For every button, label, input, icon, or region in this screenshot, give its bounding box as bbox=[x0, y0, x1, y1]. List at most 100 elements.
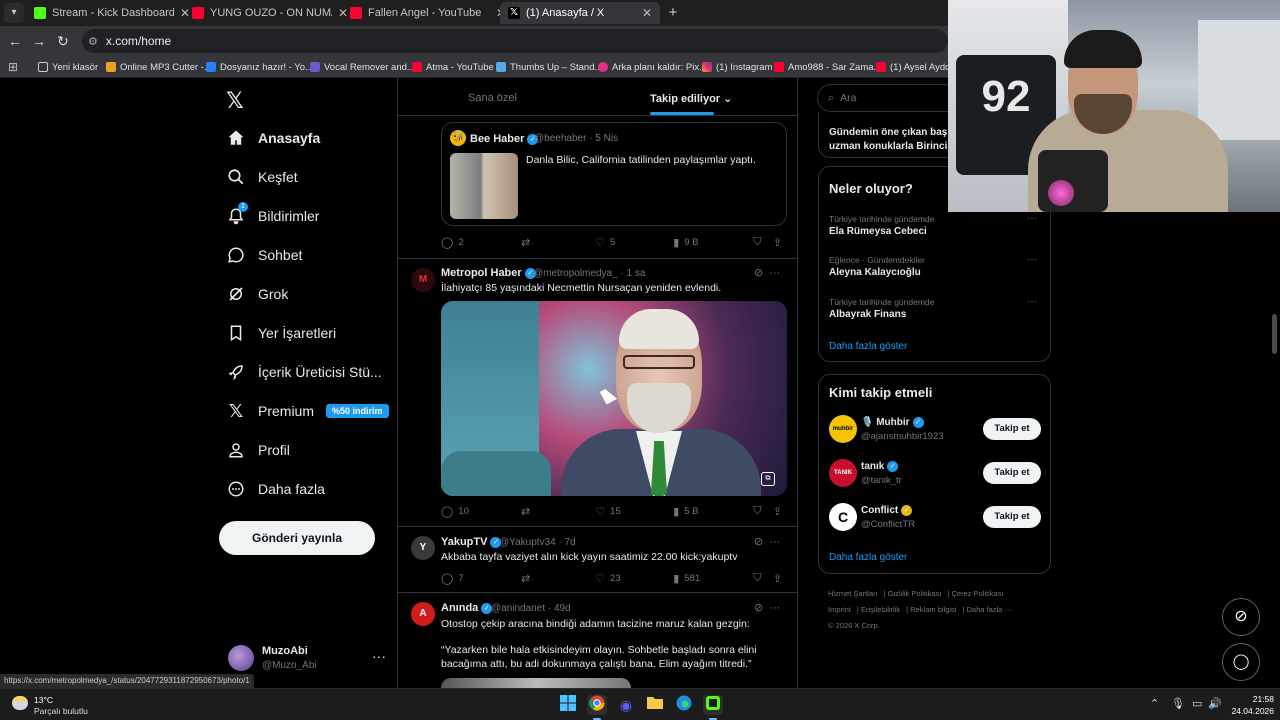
nav-profile[interactable]: Profil bbox=[226, 437, 290, 463]
tweet-menu[interactable]: ⊘ ··· bbox=[754, 266, 780, 279]
avatar[interactable]: C bbox=[829, 503, 857, 531]
repost-button[interactable]: ⇄ bbox=[521, 505, 595, 518]
like-button[interactable]: ♡ 23 bbox=[595, 572, 673, 585]
metropol-avatar[interactable]: M bbox=[411, 268, 435, 292]
clock-date[interactable]: 24.04.2026 bbox=[1222, 706, 1274, 716]
account-switcher[interactable]: MuzoAbi @Muzo_Abi ··· bbox=[226, 644, 386, 674]
trend-item[interactable]: Albayrak Finans bbox=[829, 309, 906, 320]
site-info-icon[interactable]: ⚙ bbox=[88, 35, 98, 48]
show-more-link[interactable]: Daha fazla göster bbox=[829, 552, 907, 563]
more-icon[interactable]: ··· bbox=[1027, 213, 1037, 224]
nav-creator-studio[interactable]: İçerik Üreticisi Stü... bbox=[226, 359, 382, 385]
grok-icon[interactable]: ⊘ bbox=[754, 267, 763, 279]
bookmark-item[interactable]: Yeni klasör bbox=[38, 59, 98, 75]
aninda-avatar[interactable]: A bbox=[411, 602, 435, 626]
microphone-icon[interactable]: 🎙 bbox=[1171, 697, 1185, 710]
bookmark-item[interactable]: Online MP3 Cutter -... bbox=[106, 59, 212, 75]
alt-media-icon[interactable]: ⧉ bbox=[761, 472, 775, 486]
avatar[interactable]: muhbir bbox=[829, 415, 857, 443]
follow-button[interactable]: Takip et bbox=[983, 418, 1041, 440]
forward-icon[interactable]: → bbox=[30, 32, 48, 50]
like-button[interactable]: ♡ 15 bbox=[595, 505, 673, 518]
bookmark-item[interactable]: Atma - YouTube bbox=[412, 59, 494, 75]
scrollbar[interactable] bbox=[1272, 314, 1277, 354]
footer-link[interactable]: Hizmet Şartları bbox=[828, 589, 878, 598]
show-more-link[interactable]: Daha fazla göster bbox=[829, 341, 907, 352]
more-icon[interactable]: ··· bbox=[769, 267, 780, 279]
bookmark-item[interactable]: Dosyanız hazır! - Yo... bbox=[206, 59, 313, 75]
nav-notifications[interactable]: 1 Bildirimler bbox=[226, 202, 319, 229]
nav-explore[interactable]: Keşfet bbox=[226, 164, 298, 190]
tweet-author[interactable]: Anında ✓ bbox=[441, 602, 493, 614]
tweet-menu[interactable]: ⊘ ··· bbox=[754, 535, 780, 548]
bookmark-button[interactable]: ⛉ bbox=[753, 572, 773, 585]
bookmark-item[interactable]: Thumbs Up – Stand... bbox=[496, 59, 602, 75]
browser-tab-active[interactable]: 𝕏 (1) Anasayfa / X ✕ bbox=[500, 2, 660, 24]
more-icon[interactable]: ··· bbox=[769, 536, 780, 548]
reply-button[interactable]: ◯ 7 bbox=[441, 572, 521, 585]
footer-link[interactable]: Çerez Politikası bbox=[951, 589, 1003, 598]
nav-grok[interactable]: Grok bbox=[226, 281, 288, 307]
edge-icon[interactable] bbox=[674, 695, 694, 715]
bookmark-item[interactable]: (1) Instagram bbox=[702, 59, 773, 75]
grok-icon[interactable]: ⊘ bbox=[754, 602, 763, 614]
follow-suggestion-name[interactable]: Conflict ✓ bbox=[861, 505, 913, 516]
browser-tab[interactable]: YUNG OUZO - ON NUMARA - Y ✕ bbox=[184, 2, 356, 24]
weather-icon[interactable] bbox=[12, 696, 28, 710]
nav-premium[interactable]: 𝕏 Premium %50 indirim bbox=[226, 398, 389, 424]
quoted-thumbnail[interactable] bbox=[450, 153, 518, 219]
avatar[interactable]: TANIK bbox=[829, 459, 857, 487]
repost-button[interactable]: ⇄ bbox=[521, 572, 595, 585]
like-button[interactable]: ♡ 5 bbox=[595, 236, 673, 249]
tweet-media[interactable] bbox=[441, 678, 631, 688]
bookmark-item[interactable]: Arka planı kaldır: Pix... bbox=[598, 59, 707, 75]
tweet-author[interactable]: YakupTV ✓ bbox=[441, 536, 502, 548]
tab-search-button[interactable]: ▾ bbox=[4, 3, 24, 23]
discord-icon[interactable]: ◉ bbox=[616, 695, 636, 715]
start-button[interactable] bbox=[558, 695, 578, 715]
bookmark-button[interactable]: ⛉ bbox=[753, 505, 773, 518]
bookmark-item[interactable]: Amo988 - Sar Zama... bbox=[774, 59, 881, 75]
follow-suggestion-name[interactable]: 🎙️ Muhbir ✓ bbox=[861, 417, 924, 428]
views-button[interactable]: ▮ 9 B bbox=[673, 236, 753, 249]
share-button[interactable]: ⇪ bbox=[773, 572, 787, 585]
more-icon[interactable]: ··· bbox=[1027, 254, 1037, 265]
browser-tab[interactable]: Stream - Kick Dashboard ✕ bbox=[26, 2, 198, 24]
reply-button[interactable]: ◯ 10 bbox=[441, 505, 521, 518]
bookmark-item[interactable]: Vocal Remover and... bbox=[310, 59, 415, 75]
tab-for-you[interactable]: Sana özel bbox=[468, 92, 517, 104]
chevron-up-icon[interactable]: ⌃ bbox=[1150, 697, 1159, 710]
address-bar[interactable]: ⚙ x.com/home bbox=[82, 29, 948, 53]
back-icon[interactable]: ← bbox=[6, 32, 24, 50]
footer-link[interactable]: Gizlilik Politikası bbox=[888, 589, 942, 598]
footer-link[interactable]: Imprint bbox=[828, 605, 851, 614]
nav-chat[interactable]: Sohbet bbox=[226, 242, 302, 268]
weather-desc[interactable]: Parçalı bulutlu bbox=[34, 706, 88, 716]
apps-grid-icon[interactable]: ⊞ bbox=[8, 60, 18, 74]
tweet-menu[interactable]: ⊘ ··· bbox=[754, 601, 780, 614]
nav-more[interactable]: Daha fazla bbox=[226, 476, 325, 502]
more-icon[interactable]: ··· bbox=[1027, 296, 1037, 307]
views-button[interactable]: ▮ 5 B bbox=[673, 505, 753, 518]
browser-tab[interactable]: Fallen Angel - YouTube ✕ bbox=[342, 2, 514, 24]
reply-button[interactable]: ◯ 2 bbox=[441, 236, 521, 249]
tab-following[interactable]: Takip ediliyor ⌄ bbox=[650, 92, 732, 105]
footer-link[interactable]: Daha fazla ··· bbox=[967, 605, 1012, 614]
tweet-author[interactable]: Metropol Haber ✓ bbox=[441, 267, 536, 279]
x-logo-icon[interactable]: 𝕏 bbox=[226, 88, 244, 114]
grok-floating-button[interactable]: ⊘ bbox=[1222, 598, 1260, 636]
bookmark-item[interactable]: (1) Aysel Aydoğ bbox=[876, 59, 956, 75]
repost-button[interactable]: ⇄ bbox=[521, 236, 595, 249]
follow-button[interactable]: Takip et bbox=[983, 506, 1041, 528]
share-button[interactable]: ⇪ bbox=[773, 505, 787, 518]
nav-bookmarks[interactable]: Yer İşaretleri bbox=[226, 320, 336, 346]
nav-home[interactable]: Anasayfa bbox=[226, 125, 320, 151]
views-button[interactable]: ▮ 581 bbox=[673, 572, 753, 585]
kick-app-icon[interactable] bbox=[703, 695, 723, 720]
close-tab-icon[interactable]: ✕ bbox=[642, 6, 652, 20]
messages-floating-button[interactable]: ◯ bbox=[1222, 643, 1260, 681]
yakuptv-avatar[interactable]: Y bbox=[411, 536, 435, 560]
share-button[interactable]: ⇪ bbox=[773, 236, 787, 249]
bookmark-button[interactable]: ⛉ bbox=[753, 236, 773, 249]
timeline[interactable]: Sana özel Takip ediliyor ⌄ 🐝 Bee Haber ✓ … bbox=[397, 78, 798, 688]
